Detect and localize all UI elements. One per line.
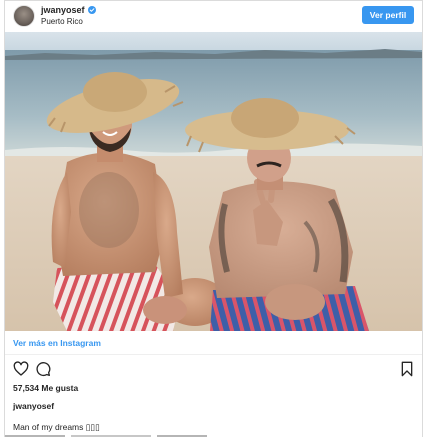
likes-count[interactable]: 57,534 Me gusta [13,383,78,393]
cut-off-text-line [5,435,207,437]
bookmark-icon[interactable] [399,361,415,377]
username-row: jwanyosef [41,5,96,15]
caption-text: Man of my dreams ▯▯▯ [13,422,100,432]
comment-icon[interactable] [35,361,51,377]
divider [5,354,422,355]
avatar[interactable] [13,5,35,27]
heart-icon[interactable] [13,361,29,377]
view-more-link[interactable]: Ver más en Instagram [13,338,101,348]
username[interactable]: jwanyosef [41,5,85,15]
caption-username[interactable]: jwanyosef [13,401,54,411]
view-profile-button[interactable]: Ver perfil [362,6,414,24]
location-label[interactable]: Puerto Rico [41,17,83,26]
post-photo[interactable] [5,32,422,331]
beach-photo-image [5,32,422,331]
verified-badge-icon [87,6,96,14]
instagram-embed-card: jwanyosef Puerto Rico Ver perfil Ver más… [4,0,423,437]
post-header: jwanyosef Puerto Rico Ver perfil [5,1,422,32]
